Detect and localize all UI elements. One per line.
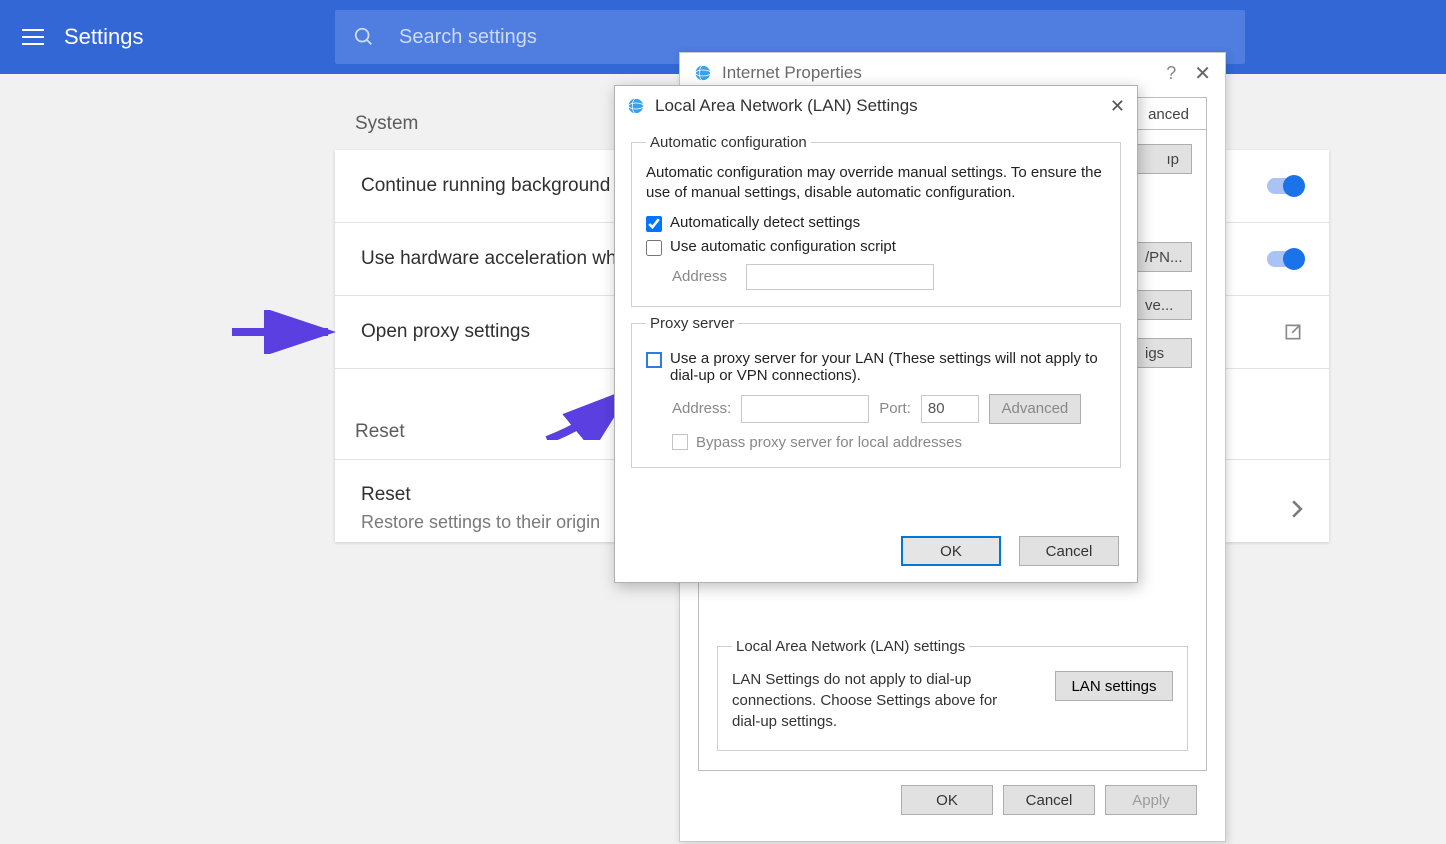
search-icon (353, 26, 375, 48)
close-icon[interactable]: ✕ (1110, 96, 1125, 117)
use-proxy-input[interactable] (646, 352, 662, 368)
auto-detect-checkbox[interactable]: Automatically detect settings (646, 214, 1106, 232)
tab-advanced[interactable]: anced (1130, 97, 1207, 130)
proxy-address-input[interactable] (741, 395, 869, 423)
auto-script-checkbox[interactable]: Use automatic configuration script (646, 238, 1106, 256)
globe-icon (694, 64, 712, 82)
toggle-background[interactable] (1267, 178, 1303, 194)
lan-ok-button[interactable]: OK (901, 536, 1001, 566)
use-proxy-checkbox[interactable]: Use a proxy server for your LAN (These s… (646, 350, 1106, 384)
menu-icon[interactable] (22, 29, 44, 45)
lan-titlebar: Local Area Network (LAN) Settings ✕ (615, 86, 1137, 126)
ip-apply-button: Apply (1105, 785, 1197, 815)
lan-settings-button[interactable]: LAN settings (1055, 671, 1173, 701)
auto-script-label: Use automatic configuration script (670, 238, 896, 255)
chevron-right-icon (1291, 500, 1303, 518)
auto-address-input[interactable] (746, 264, 934, 290)
lan-legend: Local Area Network (LAN) settings (732, 638, 969, 655)
proxy-port-label: Port: (879, 400, 911, 417)
ip-title-text: Internet Properties (722, 63, 862, 83)
use-proxy-label: Use a proxy server for your LAN (These s… (670, 350, 1106, 384)
bypass-checkbox[interactable] (672, 434, 688, 450)
annotation-arrow-1 (228, 310, 338, 354)
auto-config-desc: Automatic configuration may override man… (646, 163, 1106, 204)
row-label: Open proxy settings (361, 321, 530, 343)
bypass-label: Bypass proxy server for local addresses (696, 434, 962, 451)
proxy-legend: Proxy server (646, 315, 738, 332)
reset-subtitle: Restore settings to their origin (361, 512, 600, 533)
setup-button[interactable]: ıp (1132, 144, 1192, 174)
remove-button[interactable]: ve... (1132, 290, 1192, 320)
reset-title: Reset (361, 484, 600, 506)
address-label: Address (672, 268, 736, 285)
help-icon[interactable]: ? (1166, 63, 1176, 84)
lan-title-text: Local Area Network (LAN) Settings (655, 96, 918, 116)
proxy-port-input[interactable]: 80 (921, 395, 979, 423)
search-placeholder: Search settings (399, 26, 537, 49)
ip-cancel-button[interactable]: Cancel (1003, 785, 1095, 815)
lan-description: LAN Settings do not apply to dial-up con… (732, 669, 1012, 732)
external-link-icon (1283, 322, 1303, 342)
proxy-address-label: Address: (672, 400, 731, 417)
add-vpn-button[interactable]: /PN... (1132, 242, 1192, 272)
auto-script-input[interactable] (646, 240, 662, 256)
auto-detect-label: Automatically detect settings (670, 214, 860, 231)
proxy-group: Proxy server Use a proxy server for your… (631, 315, 1121, 468)
settings-button[interactable]: igs (1132, 338, 1192, 368)
toggle-hardware[interactable] (1267, 251, 1303, 267)
auto-config-group: Automatic configuration Automatic config… (631, 134, 1121, 307)
lan-cancel-button[interactable]: Cancel (1019, 536, 1119, 566)
row-label: Continue running background (361, 175, 610, 197)
page-title: Settings (64, 24, 144, 50)
auto-detect-input[interactable] (646, 216, 662, 232)
row-label: Use hardware acceleration wh (361, 248, 617, 270)
close-icon[interactable]: ✕ (1194, 61, 1211, 86)
ip-ok-button[interactable]: OK (901, 785, 993, 815)
advanced-button[interactable]: Advanced (989, 394, 1081, 424)
system-section-label: System (355, 113, 418, 135)
auto-config-legend: Automatic configuration (646, 134, 811, 151)
lan-settings-dialog: Local Area Network (LAN) Settings ✕ Auto… (614, 85, 1138, 583)
globe-icon (627, 97, 645, 115)
lan-fieldset: Local Area Network (LAN) settings LAN Se… (717, 638, 1188, 751)
